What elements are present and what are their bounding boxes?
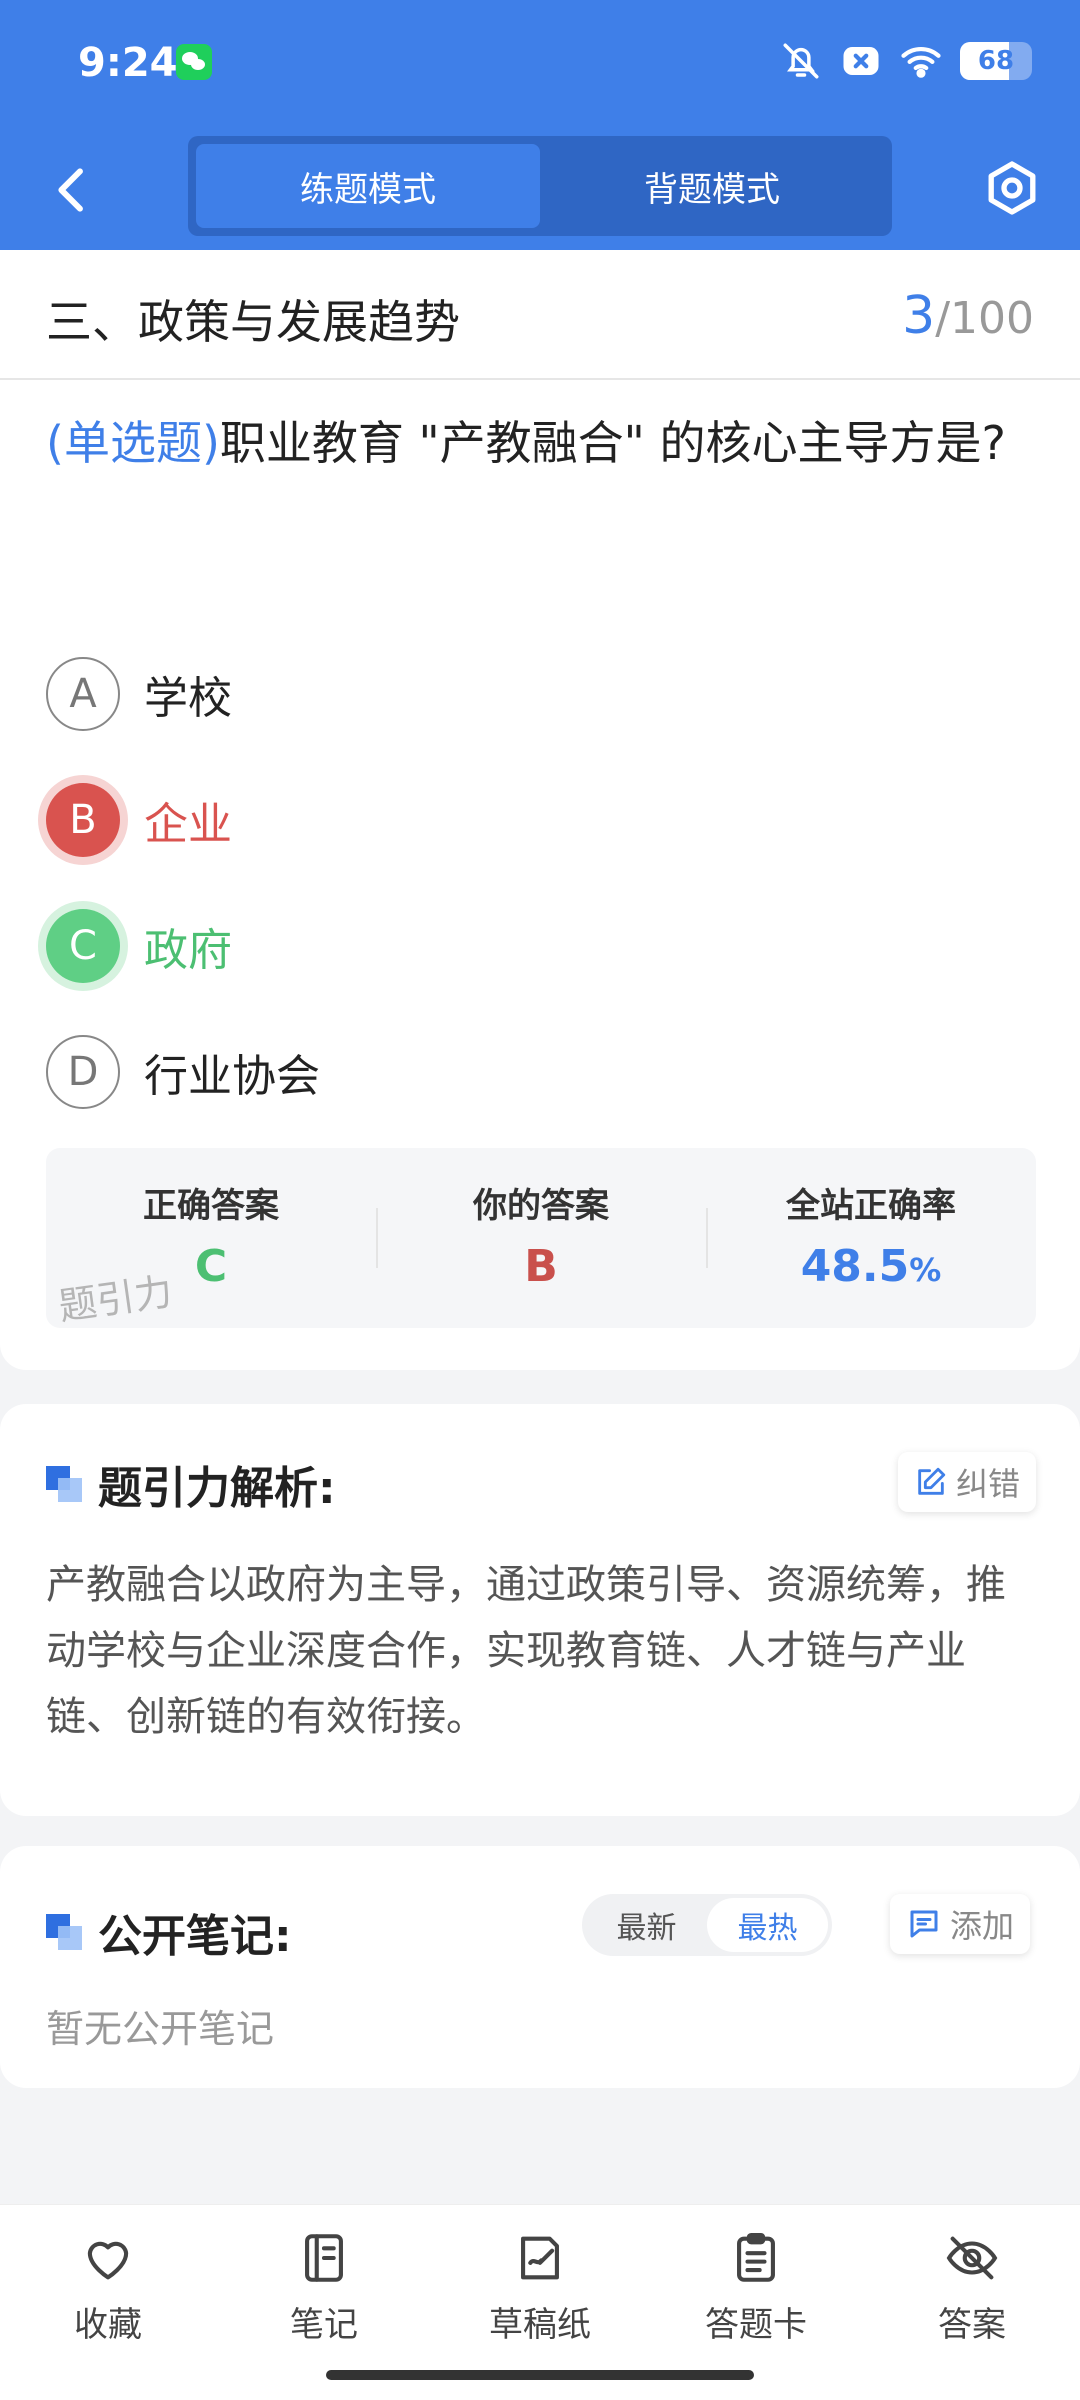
wechat-icon: [176, 44, 212, 80]
squares-icon: [46, 1914, 82, 1950]
tab-label: 答题卡: [705, 2305, 807, 2345]
status-icons: 68: [780, 40, 1032, 82]
analysis-card: 题引力解析: 纠错 产教融合以政府为主导，通过政策引导、资源统筹，推动学校与企业…: [0, 1404, 1080, 1816]
edit-icon: [918, 1467, 946, 1495]
option-text: 行业协会: [144, 1051, 320, 1102]
notes-title: 公开笔记:: [46, 1900, 292, 1964]
tab-label: 收藏: [74, 2305, 142, 2345]
analysis-title-text: 题引力解析:: [98, 1463, 336, 1514]
option-text: 学校: [144, 673, 232, 724]
question-stem: (单选题)职业教育 "产教融合" 的核心主导方是?: [46, 400, 1036, 486]
stat-accuracy-rate: 全站正确率 48.5%: [706, 1148, 1036, 1328]
report-error-label: 纠错: [956, 1465, 1021, 1503]
sort-hottest[interactable]: 最热: [707, 1898, 828, 1952]
draft-pen-icon: [521, 2236, 559, 2280]
clipboard-icon: [737, 2232, 775, 2282]
settings-icon[interactable]: [980, 156, 1044, 220]
option-letter: D: [46, 1035, 120, 1109]
notes-sort-toggle: 最新 最热: [582, 1894, 832, 1956]
section-header: 三、政策与发展趋势 3/100: [0, 250, 1080, 380]
option-d[interactable]: D 行业协会: [46, 1032, 946, 1112]
bell-off-icon: [783, 43, 819, 79]
rate-number: 48.5: [800, 1241, 910, 1292]
stat-value: B: [524, 1241, 558, 1292]
stat-your-answer: 你的答案 B: [376, 1148, 706, 1328]
stat-correct-answer: 正确答案 C 题引力: [46, 1148, 376, 1328]
notes-card: 公开笔记: 最新 最热 添加 暂无公开笔记: [0, 1846, 1080, 2088]
back-icon[interactable]: [40, 158, 104, 222]
wifi-icon: [901, 47, 941, 78]
rate-unit: %: [909, 1251, 942, 1289]
question-card: 三、政策与发展趋势 3/100 (单选题)职业教育 "产教融合" 的核心主导方是…: [0, 250, 1080, 1370]
option-letter: C: [46, 909, 120, 983]
analysis-title: 题引力解析:: [46, 1452, 336, 1516]
option-c[interactable]: C 政府: [46, 906, 946, 986]
mode-switch: 练题模式 背题模式: [188, 136, 892, 236]
option-letter: A: [46, 657, 120, 731]
answer-stats: 正确答案 C 题引力 你的答案 B 全站正确率 48.5%: [46, 1148, 1036, 1328]
tab-answer[interactable]: 答案: [864, 2205, 1080, 2400]
stat-label: 全站正确率: [786, 1186, 956, 1226]
total-questions: /100: [935, 293, 1034, 344]
option-letter: B: [46, 783, 120, 857]
tab-label: 笔记: [290, 2305, 358, 2345]
notebook-icon: [305, 2234, 343, 2282]
add-note-button[interactable]: 添加: [890, 1894, 1031, 1954]
stat-value: 48.5%: [801, 1241, 942, 1292]
status-time: 9:24: [78, 40, 178, 86]
heart-icon: [87, 2241, 129, 2280]
tab-favorite[interactable]: 收藏: [0, 2205, 216, 2400]
eye-off-icon: [946, 2236, 998, 2280]
section-title: 三、政策与发展趋势: [46, 295, 460, 349]
squares-icon: [46, 1466, 82, 1502]
stat-value: C: [194, 1241, 228, 1292]
stat-label: 正确答案: [143, 1186, 279, 1226]
question-text: 职业教育 "产教融合" 的核心主导方是?: [219, 416, 1006, 470]
add-note-label: 添加: [950, 1907, 1015, 1945]
tab-recite-mode[interactable]: 背题模式: [540, 144, 884, 228]
battery-indicator: 68: [960, 42, 1032, 80]
close-box-icon: [843, 47, 879, 75]
question-counter[interactable]: 3/100: [902, 286, 1034, 346]
option-b[interactable]: B 企业: [46, 780, 946, 860]
option-a[interactable]: A 学校: [46, 654, 946, 734]
option-text: 企业: [144, 799, 232, 850]
analysis-text: 产教融合以政府为主导，通过政策引导、资源统筹，推动学校与企业深度合作，实现教育链…: [46, 1562, 1006, 1740]
home-indicator[interactable]: [326, 2370, 754, 2380]
comment-icon: [910, 1910, 938, 1938]
tab-label: 草稿纸: [489, 2305, 591, 2345]
question-type: (单选题): [46, 416, 220, 470]
option-text: 政府: [144, 925, 232, 976]
notes-empty-text: 暂无公开笔记: [46, 2007, 275, 2051]
notes-title-text: 公开笔记:: [98, 1911, 292, 1962]
stat-label: 你的答案: [473, 1186, 609, 1226]
tab-practice-mode[interactable]: 练题模式: [196, 144, 540, 228]
watermark: 题引力: [55, 1269, 176, 1328]
sort-latest[interactable]: 最新: [586, 1898, 707, 1952]
tab-label: 答案: [938, 2305, 1006, 2345]
report-error-button[interactable]: 纠错: [898, 1452, 1037, 1512]
status-bar: 9:24 68: [0, 0, 1080, 130]
battery-text: 68: [977, 46, 1015, 76]
current-question-number: 3: [902, 286, 936, 346]
nav-bar: 练题模式 背题模式: [0, 130, 1080, 250]
top-header: 9:24 68 练题模式 背题模式: [0, 0, 1080, 250]
